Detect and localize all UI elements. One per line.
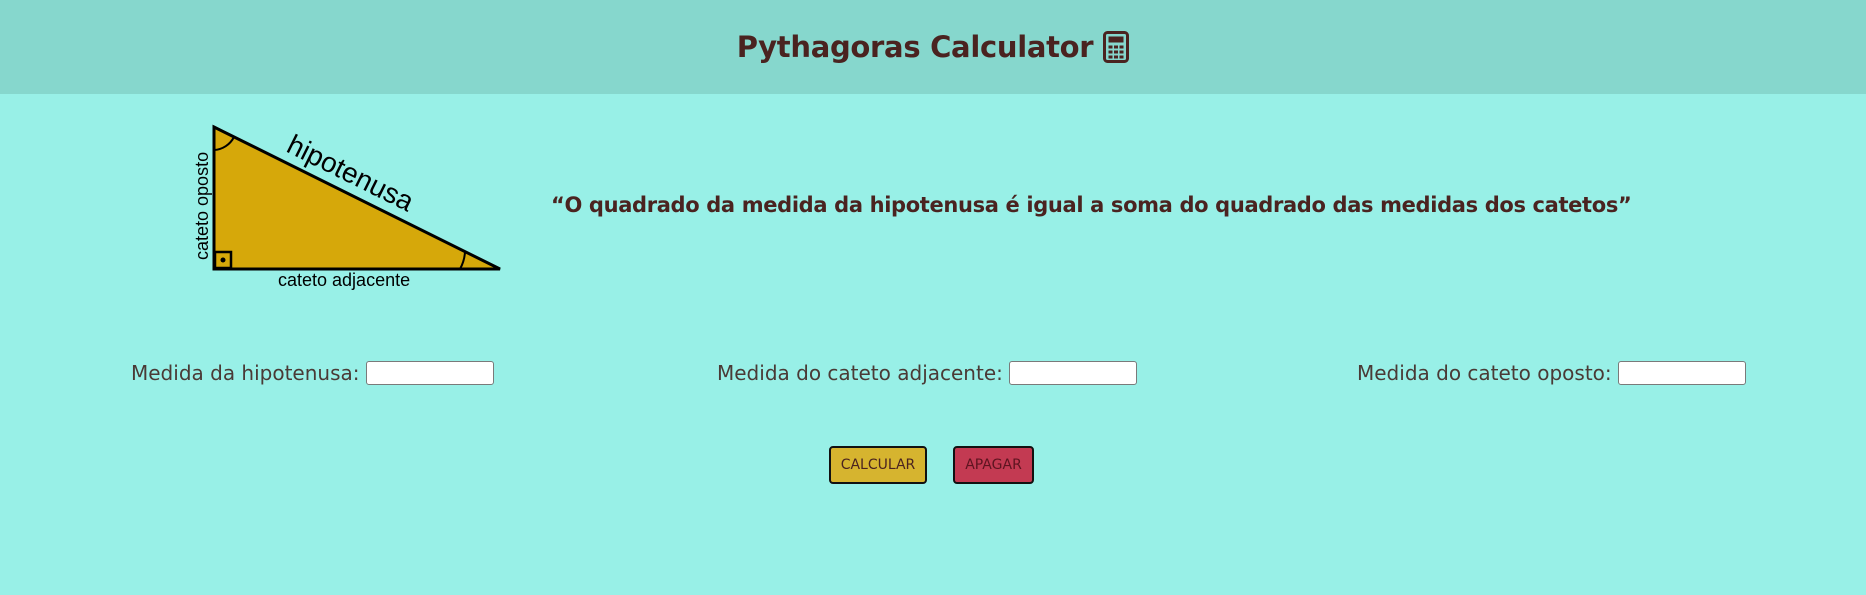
opposite-leg-label: cateto oposto (192, 152, 212, 260)
adjacent-label-text: Medida do cateto adjacente: (717, 361, 1003, 385)
page-header: Pythagoras Calculator (0, 0, 1866, 94)
hypotenuse-label-text: Medida da hipotenusa: (131, 361, 360, 385)
page-title-text: Pythagoras Calculator (736, 30, 1094, 64)
hypotenuse-field-group: Medida da hipotenusa: (131, 361, 494, 385)
page-title: Pythagoras Calculator (737, 30, 1130, 64)
opposite-label-text: Medida do cateto oposto: (1357, 361, 1612, 385)
right-triangle-diagram: hipotenusa cateto oposto cateto adjacent… (192, 124, 501, 290)
clear-button[interactable]: APAGAR (953, 446, 1034, 484)
triangle-shape (212, 124, 501, 271)
calculator-icon (1103, 31, 1130, 63)
adjacent-field-group: Medida do cateto adjacente: (717, 361, 1137, 385)
opposite-field-group: Medida do cateto oposto: (1357, 361, 1746, 385)
hypotenuse-input[interactable] (365, 361, 494, 385)
adjacent-leg-label: cateto adjacente (278, 270, 410, 290)
right-angle-dot (220, 257, 226, 263)
adjacent-input[interactable] (1008, 361, 1137, 385)
calculate-button[interactable]: CALCULAR (829, 446, 927, 484)
pythagoras-quote: “O quadrado da medida da hipotenusa é ig… (551, 193, 1632, 217)
opposite-input[interactable] (1617, 361, 1746, 385)
